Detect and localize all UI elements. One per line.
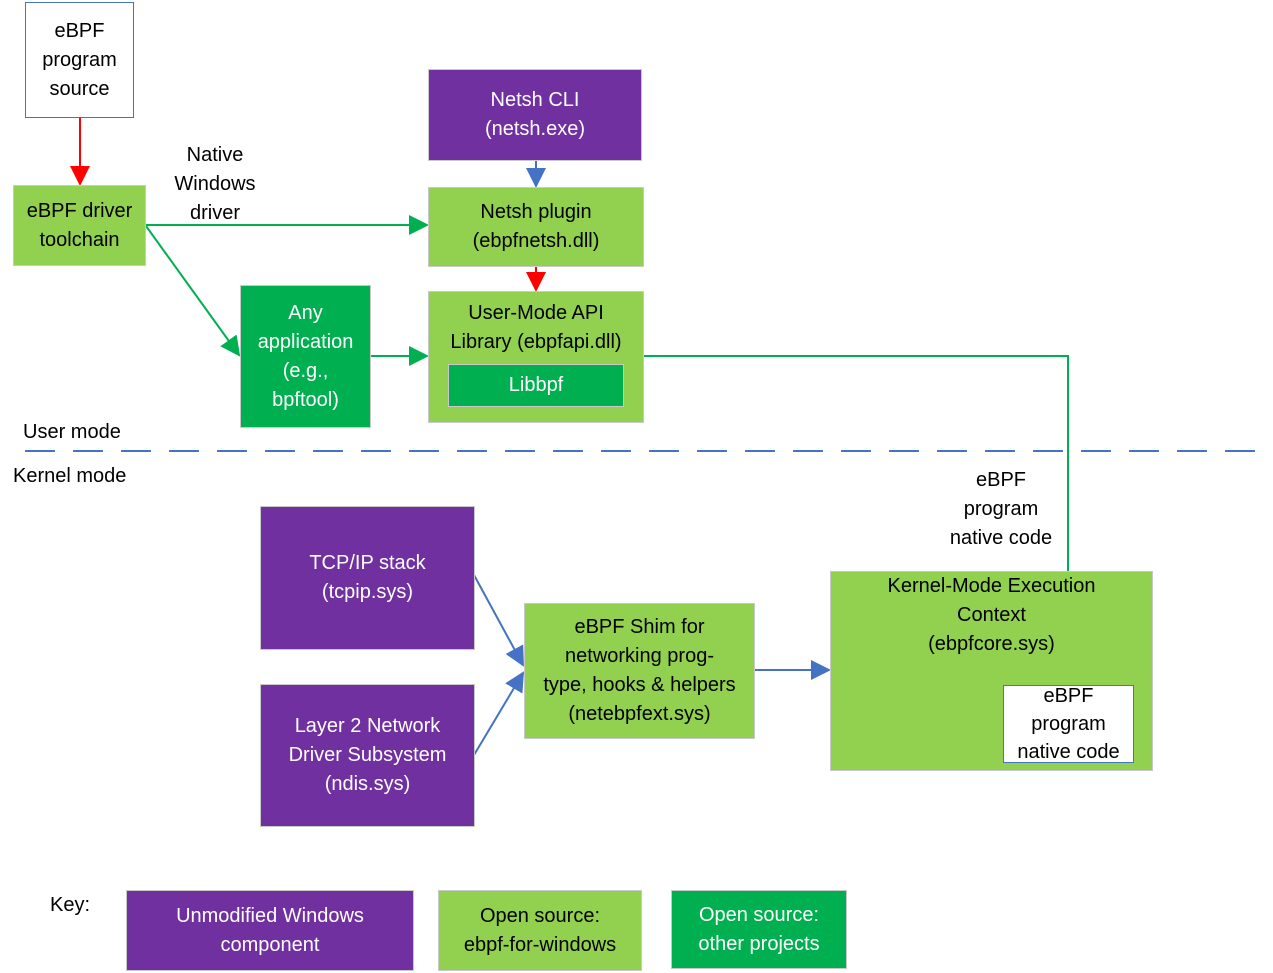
ebpf-driver-toolchain-box: eBPF driver toolchain	[13, 185, 146, 266]
netsh-cli-box: Netsh CLI (netsh.exe)	[428, 69, 642, 161]
libbpf-box: Libbpf	[448, 364, 624, 407]
tcpip-stack-box: TCP/IP stack (tcpip.sys)	[260, 506, 475, 650]
any-application-box: Any application (e.g., bpftool)	[240, 285, 371, 428]
ndis-box: Layer 2 Network Driver Subsystem (ndis.s…	[260, 684, 475, 827]
key-unmodified-windows: Unmodified Windows component	[126, 890, 414, 971]
ebpf-architecture-diagram: eBPF program source eBPF driver toolchai…	[0, 0, 1273, 973]
api-library-label: User-Mode API Library (ebpfapi.dll)	[450, 302, 622, 353]
key-other-projects: Open source: other projects	[671, 890, 847, 969]
native-windows-driver-label: Native Windows driver	[174, 144, 256, 224]
netsh-plugin-box: Netsh plugin (ebpfnetsh.dll)	[428, 187, 644, 267]
native-code-box: eBPF program native code	[1003, 685, 1134, 763]
arrow-ndis-to-shim	[473, 671, 525, 756]
arrow-toolchain-to-app	[145, 225, 241, 357]
kernel-mode-label: Kernel mode	[13, 465, 127, 487]
arrow-tcpip-to-shim	[473, 574, 524, 667]
exec-context-label: Kernel-Mode Execution Context (ebpfcore.…	[887, 575, 1096, 655]
native-code-edge-label: eBPF program native code	[949, 469, 1053, 549]
user-mode-label: User mode	[23, 421, 121, 443]
key-title: Key:	[50, 894, 91, 916]
ebpf-program-source-box: eBPF program source	[25, 2, 134, 118]
key-ebpf-for-windows: Open source: ebpf-for-windows	[438, 890, 642, 971]
ebpf-shim-box: eBPF Shim for networking prog- type, hoo…	[524, 603, 755, 739]
